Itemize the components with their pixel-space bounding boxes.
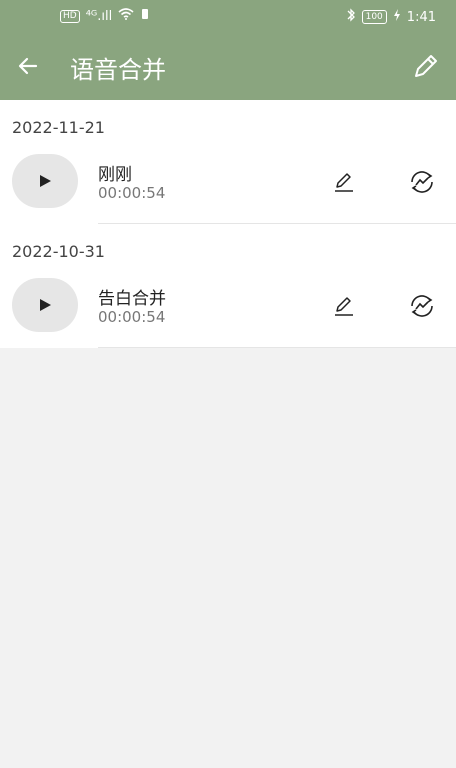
trend-merge-icon <box>411 171 433 193</box>
merge-button[interactable] <box>406 166 438 198</box>
list-item[interactable]: 刚刚 00:00:54 <box>0 146 456 224</box>
arrow-left-icon <box>18 57 38 75</box>
recording-name: 告白合并 <box>98 289 166 309</box>
recording-duration: 00:00:54 <box>98 184 166 202</box>
row-divider <box>98 223 456 224</box>
notification-icon <box>140 8 150 24</box>
play-button[interactable] <box>12 154 78 208</box>
merge-button[interactable] <box>406 290 438 322</box>
status-time: 1:41 <box>406 9 436 25</box>
status-bar: HD ⁴ᴳ.ıll 100 1:41 <box>0 0 456 32</box>
trend-merge-icon <box>411 295 433 317</box>
app-header: HD ⁴ᴳ.ıll 100 1:41 语音合并 <box>0 0 456 100</box>
list-item[interactable]: 告白合并 00:00:54 <box>0 270 456 348</box>
pencil-icon <box>335 173 353 192</box>
hd-badge: HD <box>60 9 80 23</box>
pencil-icon <box>335 297 353 316</box>
date-group: 2022-10-31 告白合并 00:00:54 <box>0 224 456 348</box>
back-button[interactable] <box>14 52 42 80</box>
record-list: 2022-11-21 刚刚 00:00:54 2022-10-31 告白合并 0… <box>0 100 456 348</box>
play-button[interactable] <box>12 278 78 332</box>
bluetooth-icon <box>346 8 356 26</box>
group-date: 2022-10-31 <box>12 242 105 261</box>
status-left: HD ⁴ᴳ.ıll <box>60 8 150 24</box>
battery-indicator: 100 <box>361 10 387 24</box>
rename-button[interactable] <box>330 292 358 320</box>
group-date: 2022-11-21 <box>12 118 105 137</box>
signal-icon: ⁴ᴳ.ıll <box>85 8 113 24</box>
date-group: 2022-11-21 刚刚 00:00:54 <box>0 100 456 224</box>
row-divider <box>98 347 456 348</box>
page-title: 语音合并 <box>70 56 166 84</box>
charging-icon <box>393 9 401 25</box>
edit-button[interactable] <box>410 50 442 82</box>
recording-name: 刚刚 <box>98 165 132 185</box>
rename-button[interactable] <box>330 168 358 196</box>
title-bar: 语音合并 <box>0 38 456 94</box>
status-right: 100 1:41 <box>346 8 436 26</box>
play-icon <box>40 175 51 187</box>
pencil-icon <box>415 55 437 77</box>
wifi-icon <box>118 8 134 24</box>
play-icon <box>40 299 51 311</box>
recording-duration: 00:00:54 <box>98 308 166 326</box>
